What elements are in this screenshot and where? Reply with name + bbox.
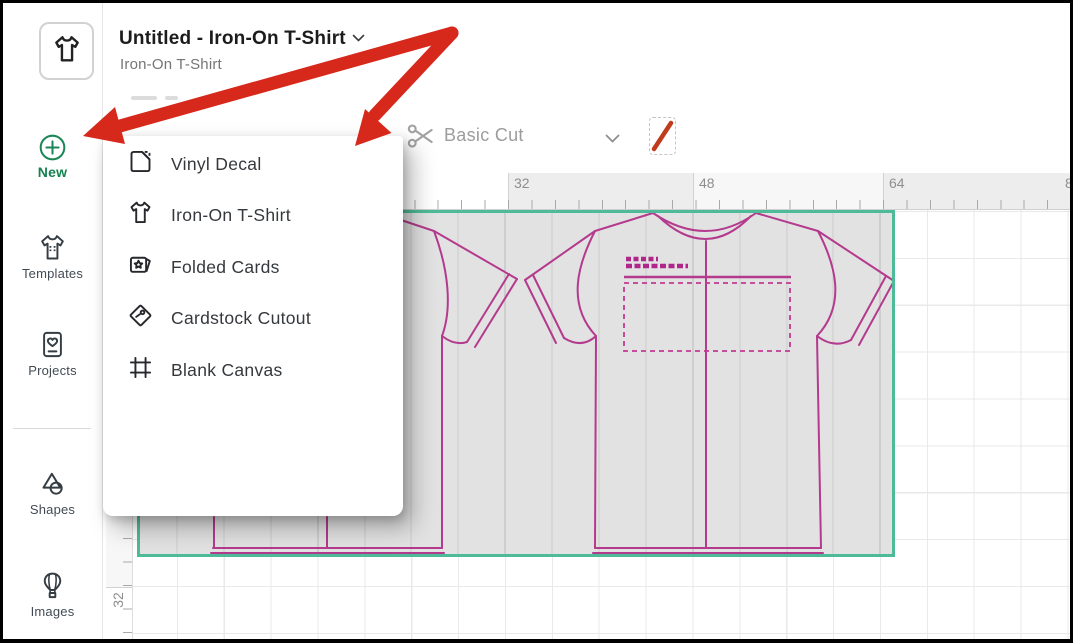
menu-item-vinyl-decal[interactable]: Vinyl Decal	[103, 142, 403, 186]
sidebar-item-label: Images	[3, 604, 102, 619]
chevron-down-icon[interactable]	[605, 131, 620, 149]
folded-cards-icon	[127, 251, 154, 283]
menu-item-blank-canvas[interactable]: Blank Canvas	[103, 348, 403, 392]
cardstock-cutout-icon	[127, 302, 154, 334]
page-title: Untitled - Iron-On T-Shirt	[119, 28, 346, 50]
operation-select-label[interactable]: Basic Cut	[444, 125, 524, 146]
sidebar-item-projects[interactable]: Projects	[3, 329, 102, 378]
menu-item-label: Blank Canvas	[171, 360, 283, 381]
chevron-down-icon[interactable]	[352, 30, 365, 48]
menu-item-cardstock-cutout[interactable]: Cardstock Cutout	[103, 296, 403, 340]
projects-card-icon	[3, 329, 102, 360]
menu-item-label: Cardstock Cutout	[171, 308, 311, 329]
ruler-label-v32: 32	[110, 590, 126, 610]
ruler-label-32: 32	[514, 175, 530, 191]
sidebar-divider	[13, 428, 91, 429]
scissors-icon	[406, 121, 436, 156]
menu-item-folded-cards[interactable]: Folded Cards	[103, 245, 403, 289]
sidebar-item-new[interactable]: New	[3, 134, 102, 180]
hidden-toolbar-fragment	[165, 96, 178, 100]
project-type-icon-box[interactable]	[39, 22, 94, 80]
vinyl-decal-icon	[127, 148, 154, 180]
menu-item-label: Iron-On T-Shirt	[171, 205, 291, 226]
sidebar-item-label: Projects	[3, 363, 102, 378]
ruler-label-80: 8	[1065, 175, 1073, 191]
images-balloon-icon	[3, 570, 102, 601]
sidebar-item-label: Shapes	[3, 502, 102, 517]
sidebar-item-label: Templates	[3, 266, 102, 281]
color-swatch-none[interactable]	[649, 117, 676, 155]
sidebar: New Templates Projects	[3, 3, 103, 639]
app-window: 32 48 64 8 32	[0, 0, 1073, 643]
templates-tshirt-icon	[3, 232, 102, 263]
hidden-toolbar-fragment	[131, 96, 157, 100]
sidebar-item-images[interactable]: Images	[3, 570, 102, 619]
blank-canvas-icon	[127, 354, 154, 386]
shapes-icon	[3, 468, 102, 499]
project-subtitle: Iron-On T-Shirt	[120, 56, 222, 73]
iron-on-tshirt-icon	[127, 199, 154, 231]
new-plus-icon	[3, 134, 102, 161]
ruler-label-48: 48	[699, 175, 715, 191]
menu-item-iron-on-tshirt[interactable]: Iron-On T-Shirt	[103, 193, 403, 237]
sidebar-item-shapes[interactable]: Shapes	[3, 468, 102, 517]
tshirt-icon	[51, 33, 83, 70]
ruler-label-64: 64	[889, 175, 905, 191]
menu-item-label: Vinyl Decal	[171, 154, 262, 175]
sidebar-item-templates[interactable]: Templates	[3, 232, 102, 281]
new-project-dropdown-menu: Vinyl Decal Iron-On T-Shirt Folded Cards	[103, 136, 403, 516]
menu-item-label: Folded Cards	[171, 257, 280, 278]
sidebar-item-label: New	[3, 164, 102, 180]
project-title-row[interactable]: Untitled - Iron-On T-Shirt	[119, 28, 365, 50]
